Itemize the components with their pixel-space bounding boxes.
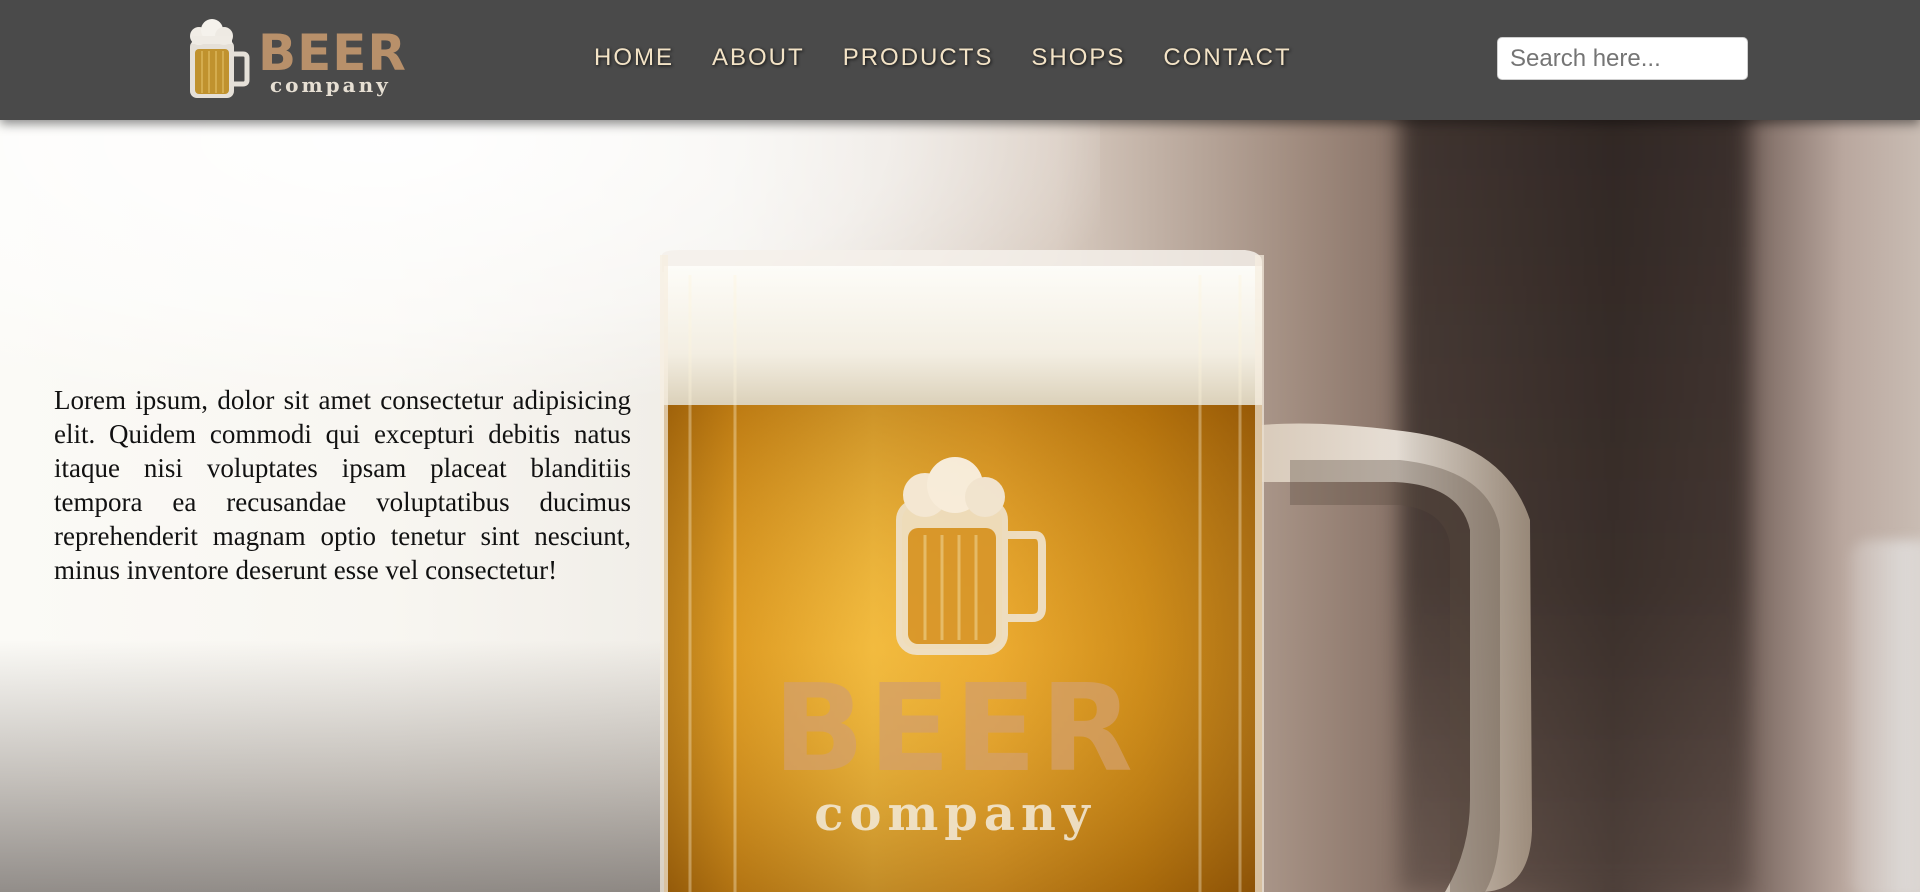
hero-text: Lorem ipsum, dolor sit amet consectetur …: [54, 385, 631, 585]
nav-about[interactable]: ABOUT: [712, 42, 805, 74]
mug-brand-text: BEER: [773, 660, 1137, 799]
brand-tagline: company: [270, 73, 391, 97]
search-input[interactable]: [1497, 37, 1748, 80]
page: BEER company BEER company HOME ABOUT PRO…: [0, 0, 1920, 892]
brand-name: BEER: [258, 24, 407, 82]
brand-logo[interactable]: BEER company: [186, 18, 416, 102]
nav-home[interactable]: HOME: [594, 42, 674, 74]
nav-contact[interactable]: CONTACT: [1163, 42, 1291, 74]
beer-mug-icon: [190, 19, 250, 98]
site-header: BEER company HOME ABOUT PRODUCTS SHOPS C…: [0, 0, 1920, 120]
nav-shops[interactable]: SHOPS: [1031, 42, 1125, 74]
nav-products[interactable]: PRODUCTS: [843, 42, 994, 74]
main-nav: HOME ABOUT PRODUCTS SHOPS CONTACT: [594, 42, 1292, 74]
mug-tagline-text: company: [814, 786, 1095, 842]
